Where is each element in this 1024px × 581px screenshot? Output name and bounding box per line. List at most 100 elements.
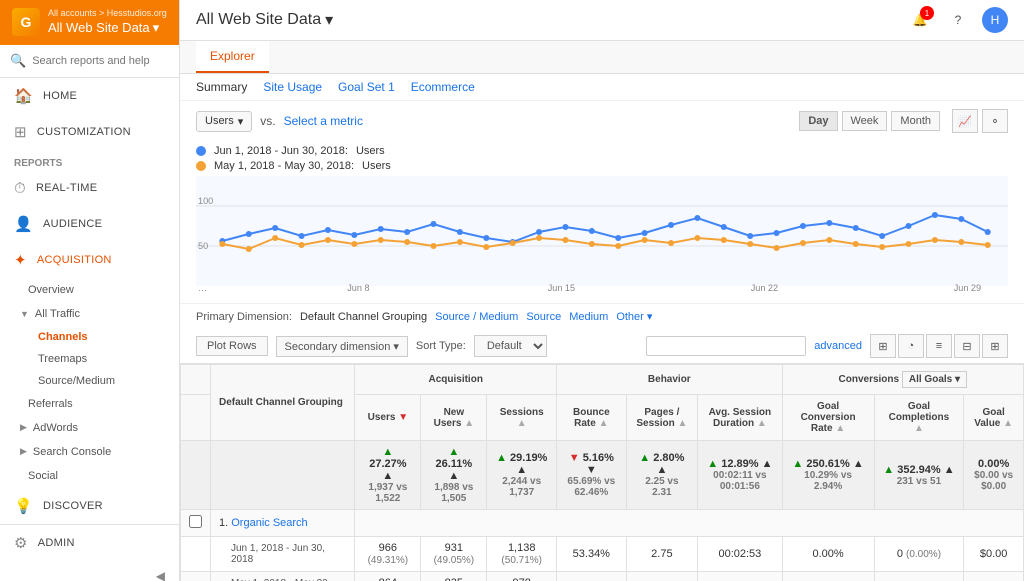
dim-default-channel[interactable]: Default Channel Grouping	[300, 311, 427, 323]
tab-explorer[interactable]: Explorer	[196, 41, 269, 73]
explorer-area: Explorer Summary Site Usage Goal Set 1 E…	[180, 41, 1024, 581]
tab-site-usage[interactable]: Site Usage	[263, 80, 322, 94]
search-input[interactable]	[32, 55, 169, 67]
th-users: Users ▼	[355, 395, 421, 441]
total-goal-comp: ▲ 352.94% ▲ 231 vs 51	[874, 441, 964, 510]
view-buttons: ⊞ ◔ ≡ ⊟ ⊞	[870, 334, 1008, 358]
svg-text:Jun 8: Jun 8	[347, 283, 369, 293]
data-table: Default Channel Grouping Acquisition Beh…	[180, 364, 1024, 581]
th-channel: Default Channel Grouping	[211, 365, 355, 441]
legend-dot-1	[196, 146, 206, 156]
date2-sessions: 978 (56.30%)	[487, 572, 557, 581]
sidebar-item-discover[interactable]: 💡 DISCOVER	[0, 488, 179, 524]
pie-view-btn[interactable]: ◔	[898, 334, 924, 358]
sidebar-item-home[interactable]: 🏠 HOME	[0, 78, 179, 114]
week-toggle-btn[interactable]: Week	[842, 111, 888, 131]
sidebar-item-audience[interactable]: 👤 AUDIENCE	[0, 206, 179, 242]
date1-label: Jun 1, 2018 - Jun 30, 2018	[211, 537, 355, 572]
th-behavior: Behavior	[557, 365, 783, 395]
compare-view-btn[interactable]: ⊟	[954, 334, 980, 358]
tab-goal-set-1[interactable]: Goal Set 1	[338, 80, 395, 94]
date1-goal-conv: 0.00%	[782, 537, 874, 572]
search-icon: 🔍	[10, 53, 26, 69]
notification-badge: 1	[920, 6, 934, 20]
legend-dot-2	[196, 161, 206, 171]
date2-goal-val: $0.00	[964, 572, 1024, 581]
sort-type-label: Sort Type:	[416, 340, 466, 352]
table-search-input[interactable]	[646, 336, 806, 356]
goals-dropdown[interactable]: All Goals ▾	[902, 371, 967, 388]
pivot-view-btn[interactable]: ⊞	[982, 334, 1008, 358]
discover-icon: 💡	[14, 497, 33, 515]
day-toggle-btn[interactable]: Day	[799, 111, 837, 131]
topbar-icons: 🔔 1 ? H	[906, 6, 1008, 34]
help-button[interactable]: ?	[944, 6, 972, 34]
th-row-checkbox	[181, 395, 211, 441]
sidebar-item-all-traffic[interactable]: ▼ All Traffic	[0, 302, 179, 326]
channel-organic-search[interactable]: 1. Organic Search	[211, 510, 355, 537]
svg-text:50: 50	[198, 241, 208, 251]
table-row-date1: Jun 1, 2018 - Jun 30, 2018 966 (49.31%) …	[181, 537, 1024, 572]
metric-dropdown[interactable]: Users ▾	[196, 111, 252, 132]
th-conversions: Conversions All Goals ▾	[782, 365, 1023, 395]
advanced-link[interactable]: advanced	[814, 340, 862, 352]
sidebar-collapse-button[interactable]: ◀	[0, 561, 179, 581]
sidebar-item-customization[interactable]: ⊞ CUSTOMIZATION	[0, 114, 179, 150]
grid-view-btn[interactable]: ⊞	[870, 334, 896, 358]
chart-legend: Jun 1, 2018 - Jun 30, 2018: Users May 1,…	[180, 141, 1024, 176]
secondary-dimension-dropdown[interactable]: Secondary dimension ▾	[276, 336, 408, 357]
sidebar-main-title: All Web Site Data ▾	[48, 20, 167, 37]
sidebar-item-adwords[interactable]: ▶ AdWords	[0, 416, 179, 440]
plot-rows-button[interactable]: Plot Rows	[196, 336, 268, 356]
date2-pages: 2.71	[626, 572, 698, 581]
sidebar-item-search-console[interactable]: ▶ Search Console	[0, 440, 179, 464]
dim-medium[interactable]: Medium	[569, 311, 608, 323]
tab-summary[interactable]: Summary	[196, 80, 247, 94]
title-dropdown-icon: ▾	[325, 10, 333, 30]
sidebar-item-social[interactable]: Social	[0, 464, 179, 488]
scatter-chart-btn[interactable]: ⚬	[982, 109, 1008, 133]
notification-button[interactable]: 🔔 1	[906, 6, 934, 34]
th-new-users: New Users ▲	[421, 395, 487, 441]
sort-type-dropdown[interactable]: Default	[474, 335, 547, 357]
date1-new-users: 931 (49.05%)	[421, 537, 487, 572]
home-icon: 🏠	[14, 87, 33, 105]
legend-item-1: Jun 1, 2018 - Jun 30, 2018: Users	[196, 145, 1008, 157]
sidebar-item-overview[interactable]: Overview	[0, 278, 179, 302]
sidebar-item-acquisition[interactable]: ✦ ACQUISITION	[0, 242, 179, 278]
sidebar-item-channels[interactable]: Channels	[0, 326, 179, 348]
dim-other[interactable]: Other ▾	[616, 310, 652, 323]
chart-wrapper: 100 50	[180, 176, 1024, 303]
row-1-checkbox[interactable]	[189, 515, 202, 528]
sidebar-item-treemaps[interactable]: Treemaps	[0, 348, 179, 370]
tab-ecommerce[interactable]: Ecommerce	[411, 80, 475, 94]
total-users: ▲ 27.27% ▲ 1,937 vs 1,522	[355, 441, 421, 510]
sidebar-bottom: ⚙ ADMIN ◀	[0, 524, 179, 581]
sidebar-item-admin[interactable]: ⚙ ADMIN	[0, 525, 179, 561]
month-toggle-btn[interactable]: Month	[891, 111, 940, 131]
sidebar: G All accounts > Hesstudios.org All Web …	[0, 0, 180, 581]
sidebar-search-bar[interactable]: 🔍	[0, 45, 179, 78]
th-goal-conv: Goal Conversion Rate ▲	[782, 395, 874, 441]
avatar[interactable]: H	[982, 7, 1008, 33]
breadcrumb: All accounts > Hesstudios.org	[48, 8, 167, 20]
sidebar-item-realtime[interactable]: ⏱ REAL-TIME	[0, 171, 179, 206]
dim-source[interactable]: Source	[526, 311, 561, 323]
topbar: All Web Site Data ▾ 🔔 1 ? H	[180, 0, 1024, 41]
total-new-users: ▲ 26.11% ▲ 1,898 vs 1,505	[421, 441, 487, 510]
date1-sessions: 1,138 (50.71%)	[487, 537, 557, 572]
chevron-right-icon2: ▶	[20, 446, 27, 457]
date1-duration: 00:02:53	[698, 537, 782, 572]
line-chart-btn[interactable]: 📈	[952, 109, 978, 133]
bar-view-btn[interactable]: ≡	[926, 334, 952, 358]
audience-icon: 👤	[14, 215, 33, 233]
select-metric-link[interactable]: Select a metric	[284, 114, 363, 128]
sidebar-item-source-medium[interactable]: Source/Medium	[0, 370, 179, 392]
sidebar-title-area: All accounts > Hesstudios.org All Web Si…	[48, 8, 167, 37]
chart-controls: Users ▾ vs. Select a metric Day Week Mon…	[180, 101, 1024, 141]
dim-source-medium[interactable]: Source / Medium	[435, 311, 518, 323]
customization-icon: ⊞	[14, 123, 27, 141]
svg-text:Jun 15: Jun 15	[548, 283, 575, 293]
th-bounce-rate: Bounce Rate ▲	[557, 395, 627, 441]
sidebar-item-referrals[interactable]: Referrals	[0, 392, 179, 416]
